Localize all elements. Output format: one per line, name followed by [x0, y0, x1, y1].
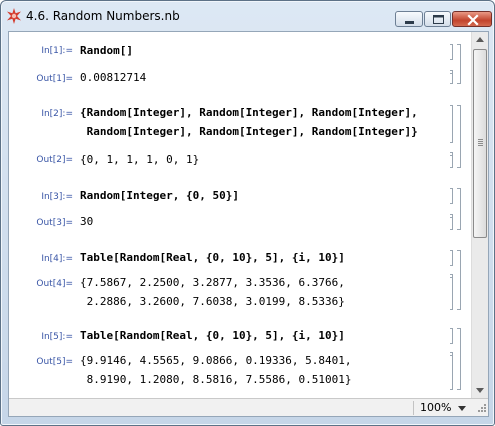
window-title: 4.6. Random Numbers.nb: [26, 9, 180, 23]
mathematica-star-icon: [7, 8, 21, 24]
triangle-up-icon: [476, 37, 484, 42]
input-cell-bracket[interactable]: [450, 44, 453, 60]
scrollbar-thumb[interactable]: [473, 49, 487, 238]
output-line[interactable]: {0, 1, 1, 1, 0, 1}: [80, 153, 199, 166]
zoom-dropdown-icon[interactable]: [455, 401, 469, 415]
group-cell-bracket[interactable]: [457, 328, 461, 390]
group-cell-bracket[interactable]: [457, 188, 461, 230]
output-cell-bracket[interactable]: [450, 274, 453, 310]
output-label: Out[1]=: [36, 74, 73, 84]
output-line[interactable]: {9.9146, 4.5565, 9.0866, 0.19336, 5.8401…: [80, 354, 352, 367]
minimize-icon: [405, 21, 414, 24]
input-label: In[1]:=: [41, 46, 73, 56]
notebook-window: 4.6. Random Numbers.nb In[1]:= Random[] …: [0, 0, 495, 426]
input-label: In[2]:=: [41, 109, 73, 119]
output-label: Out[4]=: [36, 279, 73, 289]
output-line[interactable]: 30: [80, 215, 93, 228]
close-button[interactable]: [452, 11, 492, 27]
maximize-button[interactable]: [424, 11, 451, 27]
status-bar: 100%: [9, 398, 488, 416]
minimize-button[interactable]: [395, 11, 423, 27]
output-label: Out[2]=: [36, 155, 73, 165]
notebook-content[interactable]: In[1]:= Random[] Out[1]= 0.00812714 In[2…: [9, 32, 471, 398]
scroll-up-button[interactable]: [472, 32, 488, 48]
output-cell-bracket[interactable]: [450, 352, 453, 390]
vertical-scrollbar[interactable]: [471, 32, 488, 398]
output-line[interactable]: {7.5867, 2.2500, 3.2877, 3.3536, 6.3766,: [80, 276, 345, 289]
input-line[interactable]: Random[]: [80, 44, 133, 57]
status-separator: [413, 401, 414, 415]
grip-line: [478, 143, 483, 144]
output-label: Out[5]=: [36, 357, 73, 367]
group-cell-bracket[interactable]: [457, 105, 461, 168]
grip-line: [478, 141, 483, 142]
output-line[interactable]: 2.2886, 3.2600, 7.6038, 3.0199, 8.5336}: [80, 295, 345, 308]
scroll-down-button[interactable]: [472, 382, 488, 398]
input-line[interactable]: Table[Random[Real, {0, 10}, 5], {i, 10}]: [80, 251, 345, 264]
resize-grip-icon[interactable]: [475, 403, 487, 415]
title-bar[interactable]: 4.6. Random Numbers.nb: [1, 1, 494, 29]
output-cell-bracket[interactable]: [450, 70, 453, 84]
input-line[interactable]: {Random[Integer], Random[Integer], Rando…: [80, 106, 418, 119]
input-line[interactable]: Table[Random[Real, {0, 10}, 5], {i, 10}]: [80, 329, 345, 342]
maximize-icon: [433, 15, 444, 24]
input-label: In[4]:=: [41, 254, 73, 264]
input-line[interactable]: Random[Integer], Random[Integer], Random…: [80, 125, 418, 138]
output-cell-bracket[interactable]: [450, 214, 453, 230]
input-label: In[3]:=: [41, 192, 73, 202]
input-cell-bracket[interactable]: [450, 328, 453, 344]
input-cell-bracket[interactable]: [450, 105, 453, 143]
input-label: In[5]:=: [41, 332, 73, 342]
zoom-level[interactable]: 100%: [420, 401, 451, 414]
close-icon: [467, 14, 479, 26]
triangle-down-icon: [476, 388, 484, 393]
input-line[interactable]: Random[Integer, {0, 50}]: [80, 189, 239, 202]
grip-line: [478, 145, 483, 146]
notebook-client-area: In[1]:= Random[] Out[1]= 0.00812714 In[2…: [8, 31, 489, 417]
output-cell-bracket[interactable]: [450, 152, 453, 168]
input-cell-bracket[interactable]: [450, 188, 453, 204]
input-cell-bracket[interactable]: [450, 250, 453, 266]
output-line[interactable]: 8.9190, 1.2080, 8.5816, 7.5586, 0.51001}: [80, 373, 352, 386]
output-line[interactable]: 0.00812714: [80, 71, 146, 84]
group-cell-bracket[interactable]: [457, 44, 461, 84]
grip-line: [478, 139, 483, 140]
group-cell-bracket[interactable]: [457, 250, 461, 310]
output-label: Out[3]=: [36, 218, 73, 228]
